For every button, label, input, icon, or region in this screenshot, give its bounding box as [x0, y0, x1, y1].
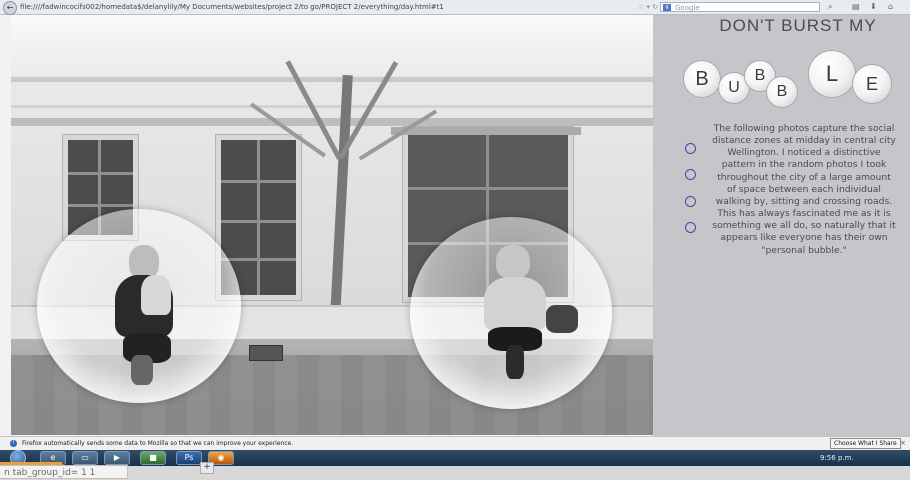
seated-person-left [101, 245, 191, 395]
google-icon: g [663, 4, 671, 11]
seated-person-right [466, 245, 578, 395]
photoshop-taskbar-icon[interactable]: Ps [176, 451, 202, 465]
street-photo [11, 15, 653, 435]
search-icon[interactable]: ⌕ [828, 0, 832, 14]
home-icon[interactable]: ⌂ [888, 0, 893, 14]
back-button[interactable]: ← [3, 1, 17, 15]
explorer-taskbar-icon[interactable]: ▭ [72, 451, 98, 465]
cornice [11, 118, 653, 126]
ground-sign [249, 345, 283, 361]
search-placeholder: Google [675, 4, 700, 12]
notification-bar: i Firefox automatically sends some data … [0, 436, 910, 450]
notification-message: Firefox automatically sends some data to… [22, 440, 294, 447]
close-notification-icon[interactable]: × [900, 437, 906, 450]
bubble-letter: E [852, 64, 892, 104]
choose-what-i-share-button[interactable]: Choose What I Share [830, 438, 901, 449]
photo-nav-dot-4[interactable] [685, 222, 696, 233]
page-title: DON'T BURST MY [719, 16, 877, 35]
app-taskbar-icon[interactable]: ■ [140, 451, 166, 465]
tab-group-label[interactable]: n tab_group_id= 1 1 [0, 465, 128, 479]
bubble-letter: B [683, 60, 721, 98]
description-text: The following photos capture the social … [712, 123, 896, 256]
browser-toolbar: ← file:////fadwincocifs002/homedata$/del… [0, 0, 910, 15]
bubble-letter: L [808, 50, 856, 98]
bubble-letter: B [766, 76, 798, 108]
search-box[interactable]: g Google [660, 2, 820, 12]
download-icon[interactable]: ⬇ [870, 0, 877, 14]
new-tab-button[interactable]: + [200, 462, 214, 474]
windows-taskbar: e ▭ ▶ ■ Ps ◉ 9:56 p.m. [0, 450, 910, 466]
bookmark-star-icon[interactable]: ☆ ▾ ↻ [638, 0, 658, 14]
cornice [11, 77, 653, 82]
cornice [11, 105, 653, 108]
info-icon: i [10, 440, 17, 447]
taskbar-clock[interactable]: 9:56 p.m. [820, 450, 854, 466]
photo-nav-dot-3[interactable] [685, 196, 696, 207]
address-bar[interactable]: file:////fadwincocifs002/homedata$/delan… [20, 0, 620, 14]
entrance-canopy [391, 127, 581, 135]
photo-nav-dot-2[interactable] [685, 169, 696, 180]
photo-nav-dot-1[interactable] [685, 143, 696, 154]
media-taskbar-icon[interactable]: ▶ [104, 451, 130, 465]
library-icon[interactable]: ▤ [852, 0, 860, 14]
